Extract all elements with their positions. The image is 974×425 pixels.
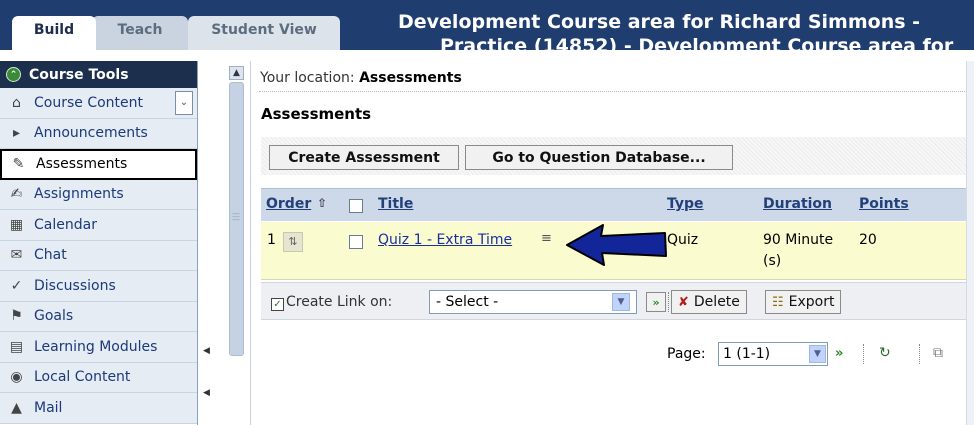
separator xyxy=(863,344,864,364)
sidebar-item-announcements[interactable]: ▸ Announcements xyxy=(0,118,197,149)
next-page-icon[interactable]: » xyxy=(835,346,843,361)
export-label: Export xyxy=(788,294,835,310)
column-title[interactable]: Title xyxy=(378,196,413,212)
assessment-title-link[interactable]: Quiz 1 - Extra Time xyxy=(378,232,512,248)
reorder-icon[interactable]: ⇅ xyxy=(283,232,303,252)
sidebar-item-goals[interactable]: ⚑ Goals xyxy=(0,301,197,332)
checkmark-icon: ✓ xyxy=(271,298,284,311)
row-order: 1 xyxy=(267,232,276,248)
sidebar-item-label: Chat xyxy=(34,247,67,264)
dropdown-arrow-icon[interactable]: ▼ xyxy=(612,293,630,311)
collapse-left-arrow-icon-2[interactable]: ◀ xyxy=(203,388,210,398)
delete-icon: ✘ xyxy=(678,294,689,310)
course-title: Development Course area for Richard Simm… xyxy=(398,11,921,33)
sidebar-item-discussions[interactable]: ✓ Discussions xyxy=(0,271,197,302)
row-duration: 90 Minute xyxy=(763,232,834,248)
sort-up-icon[interactable]: ⇧ xyxy=(317,196,327,210)
tab-student-view[interactable]: Student View xyxy=(188,16,340,50)
course-title-line2: Practice (14852) - Development Course ar… xyxy=(440,35,954,50)
separator xyxy=(668,292,669,312)
sidebar-item-calendar[interactable]: ▦ Calendar xyxy=(0,210,197,241)
sidebar-item-label: Mail xyxy=(34,399,63,416)
grip-icon[interactable]: — — — xyxy=(232,210,241,226)
assignment-icon: ✍ xyxy=(10,186,23,203)
column-duration[interactable]: Duration xyxy=(763,196,832,212)
module-icon: ▤ xyxy=(9,338,24,355)
copy-icon[interactable]: ⧉ xyxy=(933,345,943,361)
go-button[interactable]: » xyxy=(646,292,666,312)
context-menu-icon[interactable]: ≡ xyxy=(541,231,552,246)
home-icon: ⌂ xyxy=(12,94,21,111)
goals-icon: ⚑ xyxy=(10,308,23,325)
create-link-label: ✓ Create Link on: xyxy=(271,294,392,311)
sidebar-item-label: Assessments xyxy=(36,156,128,173)
delete-button[interactable]: ✘ Delete xyxy=(671,290,747,314)
column-points[interactable]: Points xyxy=(859,196,909,212)
row-points: 20 xyxy=(859,232,877,248)
refresh-icon[interactable]: ↻ xyxy=(879,345,891,361)
mail-icon: ▲ xyxy=(11,399,22,416)
tab-build[interactable]: Build xyxy=(12,16,96,50)
create-link-select[interactable]: - Select - xyxy=(429,290,637,314)
breadcrumb: Your location: Assessments xyxy=(260,70,462,86)
export-button[interactable]: ☷ Export xyxy=(765,290,842,314)
right-scrollbar[interactable] xyxy=(966,61,974,425)
collapse-circle-icon[interactable]: ⌃ xyxy=(6,67,21,82)
sidebar-item-label: Announcements xyxy=(34,125,148,142)
annotation-arrow-icon xyxy=(566,224,667,266)
divider xyxy=(259,91,967,92)
tab-teach[interactable]: Teach xyxy=(92,16,188,50)
row-checkbox[interactable] xyxy=(349,235,363,249)
export-icon: ☷ xyxy=(772,294,784,310)
page-dropdown-arrow-icon[interactable]: ▼ xyxy=(809,345,826,363)
question-database-button[interactable]: Go to Question Database... xyxy=(465,145,733,170)
scroll-up-arrow-icon[interactable]: ▲ xyxy=(229,66,244,80)
page-label: Page: xyxy=(667,346,706,362)
sidebar-item-assignments[interactable]: ✍ Assignments xyxy=(0,179,197,210)
sidebar-item-label: Course Content xyxy=(34,94,144,111)
sidebar-item-label: Calendar xyxy=(34,216,97,233)
local-content-icon: ◉ xyxy=(10,369,23,386)
sidebar-item-chat[interactable]: ✉ Chat xyxy=(0,240,197,271)
chevron-down-icon[interactable]: ⌄ xyxy=(175,90,193,115)
column-order[interactable]: Order xyxy=(266,196,311,212)
sidebar-item-local-content[interactable]: ◉ Local Content xyxy=(0,362,197,393)
sidebar-header[interactable]: ⌃ Course Tools xyxy=(0,61,197,88)
chat-icon: ✉ xyxy=(10,247,23,264)
top-bar: Student View Teach Build Development Cou… xyxy=(0,0,974,50)
sidebar-item-label: Assignments xyxy=(34,186,124,203)
breadcrumb-prefix: Your location: xyxy=(260,70,355,86)
collapse-left-arrow-icon[interactable]: ◀ xyxy=(203,346,210,356)
sidebar-item-assessments[interactable]: ✎ Assessments xyxy=(0,149,197,180)
table-header: Order ⇧ Title Type Duration Points xyxy=(261,188,974,221)
page-title: Assessments xyxy=(261,105,372,123)
sidebar-item-learning-modules[interactable]: ▤ Learning Modules xyxy=(0,332,197,363)
row-duration-unit: (s) xyxy=(763,253,782,269)
discussion-icon: ✓ xyxy=(10,277,23,294)
sidebar-item-label: Local Content xyxy=(34,369,131,386)
create-link-text: Create Link on: xyxy=(286,294,393,310)
course-tools-sidebar: ⌃ Course Tools ⌂ Course Content ⌄ ▸ Anno… xyxy=(0,61,198,425)
sidebar-item-label: Goals xyxy=(34,308,74,325)
calendar-icon: ▦ xyxy=(9,216,24,233)
row-type: Quiz xyxy=(667,232,699,248)
sidebar-item-course-content[interactable]: ⌂ Course Content ⌄ xyxy=(0,88,197,119)
select-all-checkbox[interactable] xyxy=(349,199,363,213)
megaphone-icon: ▸ xyxy=(12,125,21,142)
sidebar-item-mail[interactable]: ▲ Mail xyxy=(0,393,197,424)
sidebar-item-label: Learning Modules xyxy=(34,338,158,355)
breadcrumb-current: Assessments xyxy=(359,70,462,86)
sidebar-header-label: Course Tools xyxy=(29,66,129,83)
separator xyxy=(919,344,920,364)
assessment-icon: ✎ xyxy=(12,156,25,173)
delete-label: Delete xyxy=(693,294,740,310)
column-type[interactable]: Type xyxy=(667,196,704,212)
create-assessment-button[interactable]: Create Assessment xyxy=(269,145,459,170)
sidebar-item-label: Discussions xyxy=(34,277,116,294)
